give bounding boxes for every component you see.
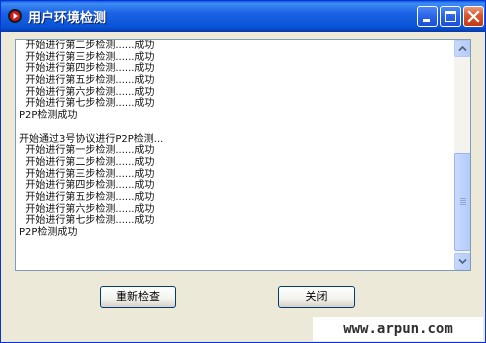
log-line: 开始进行第四步检测......成功 (19, 180, 155, 192)
log-line: 开始进行第六步检测......成功 (19, 203, 155, 215)
scroll-up-button[interactable] (454, 40, 470, 57)
detection-window: 用户环境检测 开始进行第二步检测......成功 开始进行第三步检测......… (0, 0, 486, 343)
maximize-button[interactable] (440, 6, 461, 27)
log-line: 开始通过3号协议进行P2P检测... (19, 133, 164, 145)
thumb-grip-line (460, 200, 466, 201)
watermark-text: www.arpun.com (313, 317, 483, 341)
chevron-down-icon (458, 258, 467, 265)
log-line: 开始进行第二步检测......成功 (19, 156, 155, 168)
chevron-up-icon (458, 45, 467, 52)
maximize-icon (445, 11, 456, 22)
log-line: 开始进行第三步检测......成功 (19, 168, 155, 180)
scroll-thumb[interactable] (454, 153, 470, 251)
minimize-button[interactable] (417, 6, 438, 27)
log-line: 开始进行第一步检测......成功 (19, 145, 155, 157)
title-bar[interactable]: 用户环境检测 (1, 1, 485, 32)
recheck-button[interactable]: 重新检查 (100, 286, 176, 308)
log-content: 开始进行第二步检测......成功 开始进行第三步检测......成功 开始进行… (19, 40, 451, 239)
thumb-grip-line (460, 204, 466, 205)
close-button[interactable]: 关闭 (278, 286, 355, 308)
vertical-scrollbar[interactable] (454, 40, 470, 270)
log-textbox[interactable]: 开始进行第二步检测......成功 开始进行第三步检测......成功 开始进行… (15, 39, 471, 271)
log-line: P2P检测成功 (19, 227, 78, 238)
thumb-grip-line (460, 202, 466, 203)
log-line: 开始进行第五步检测......成功 (19, 75, 155, 87)
close-icon (467, 10, 480, 23)
minimize-icon (423, 19, 430, 22)
window-title: 用户环境检测 (28, 11, 107, 26)
thumb-grip-line (460, 198, 466, 199)
close-window-button[interactable] (463, 6, 484, 27)
log-line: P2P检测成功 (19, 110, 78, 122)
log-line: 开始进行第三步检测......成功 (19, 51, 155, 63)
log-line: 开始进行第六步检测......成功 (19, 86, 155, 98)
log-line: 开始进行第四步检测......成功 (19, 63, 155, 75)
log-line: 开始进行第二步检测......成功 (19, 40, 155, 51)
scroll-down-button[interactable] (454, 253, 470, 270)
app-icon (7, 8, 23, 24)
log-line: 开始进行第七步检测......成功 (19, 98, 155, 110)
log-line: 开始进行第七步检测......成功 (19, 215, 155, 227)
log-line: 开始进行第五步检测......成功 (19, 191, 155, 203)
